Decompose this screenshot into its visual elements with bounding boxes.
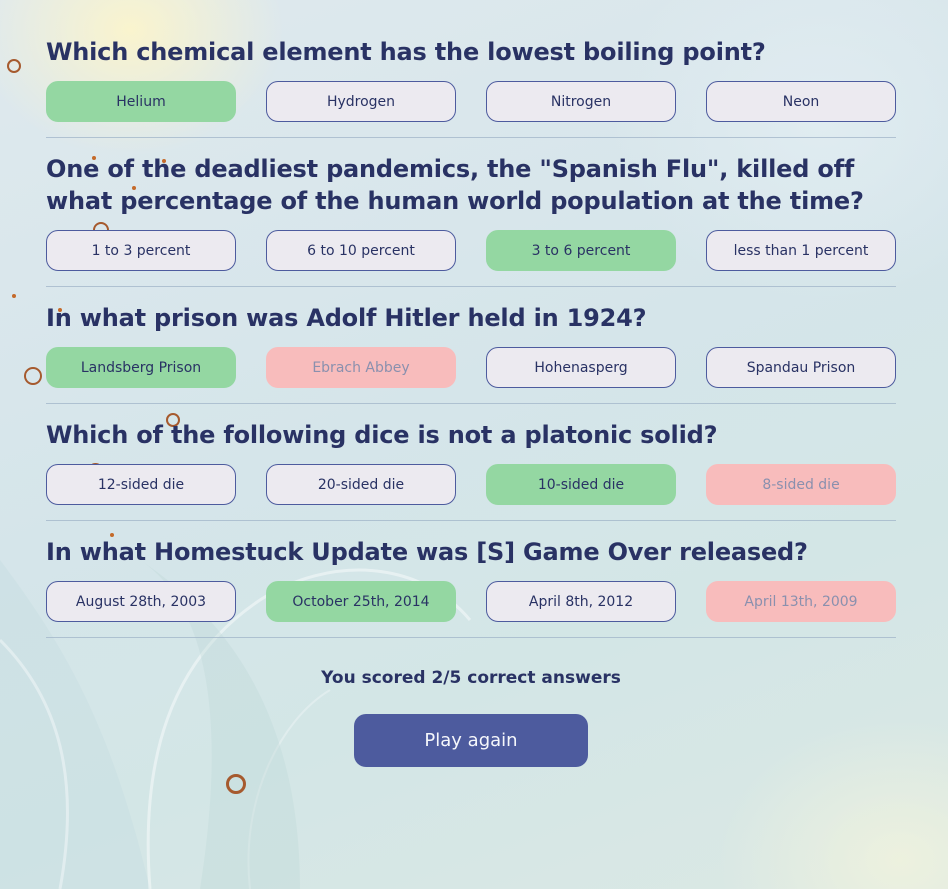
question-text: One of the deadliest pandemics, the "Spa…: [46, 155, 864, 215]
answer-option[interactable]: 1 to 3 percent: [46, 230, 236, 271]
question-block: In what prison was Adolf Hitler held in …: [46, 302, 896, 404]
answer-group: 1 to 3 percent 6 to 10 percent 3 to 6 pe…: [46, 230, 896, 271]
question-text: In what prison was Adolf Hitler held in …: [46, 304, 647, 332]
question-block: In what Homestuck Update was [S] Game Ov…: [46, 536, 896, 638]
decor-circle: [226, 774, 246, 794]
answer-option[interactable]: 3 to 6 percent: [486, 230, 676, 271]
question-text: Which chemical element has the lowest bo…: [46, 38, 766, 66]
play-again-button[interactable]: Play again: [354, 714, 588, 767]
answer-option[interactable]: less than 1 percent: [706, 230, 896, 271]
answer-option[interactable]: August 28th, 2003: [46, 581, 236, 622]
answer-group: Helium Hydrogen Nitrogen Neon: [46, 81, 896, 122]
answer-group: Landsberg Prison Ebrach Abbey Hohenasper…: [46, 347, 896, 388]
answer-group: August 28th, 2003 October 25th, 2014 Apr…: [46, 581, 896, 622]
answer-option[interactable]: 6 to 10 percent: [266, 230, 456, 271]
answer-option[interactable]: Landsberg Prison: [46, 347, 236, 388]
question-block: Which of the following dice is not a pla…: [46, 419, 896, 521]
question-block: One of the deadliest pandemics, the "Spa…: [46, 153, 896, 287]
answer-option[interactable]: Hydrogen: [266, 81, 456, 122]
answer-option[interactable]: 12-sided die: [46, 464, 236, 505]
quiz-results: Which chemical element has the lowest bo…: [46, 36, 896, 767]
answer-option[interactable]: Nitrogen: [486, 81, 676, 122]
question-text: Which of the following dice is not a pla…: [46, 421, 718, 449]
question-block: Which chemical element has the lowest bo…: [46, 36, 896, 138]
answer-option[interactable]: April 8th, 2012: [486, 581, 676, 622]
decor-circle: [7, 59, 21, 73]
score-text: You scored 2/5 correct answers: [321, 668, 621, 688]
decor-circle: [24, 367, 42, 385]
answer-option[interactable]: Helium: [46, 81, 236, 122]
answer-option[interactable]: 20-sided die: [266, 464, 456, 505]
answer-option[interactable]: Spandau Prison: [706, 347, 896, 388]
answer-option[interactable]: Ebrach Abbey: [266, 347, 456, 388]
answer-option[interactable]: October 25th, 2014: [266, 581, 456, 622]
answer-option[interactable]: Hohenasperg: [486, 347, 676, 388]
answer-option[interactable]: April 13th, 2009: [706, 581, 896, 622]
answer-group: 12-sided die 20-sided die 10-sided die 8…: [46, 464, 896, 505]
question-text: In what Homestuck Update was [S] Game Ov…: [46, 538, 808, 566]
answer-option[interactable]: Neon: [706, 81, 896, 122]
decor-speck: [12, 294, 16, 298]
answer-option[interactable]: 10-sided die: [486, 464, 676, 505]
answer-option[interactable]: 8-sided die: [706, 464, 896, 505]
